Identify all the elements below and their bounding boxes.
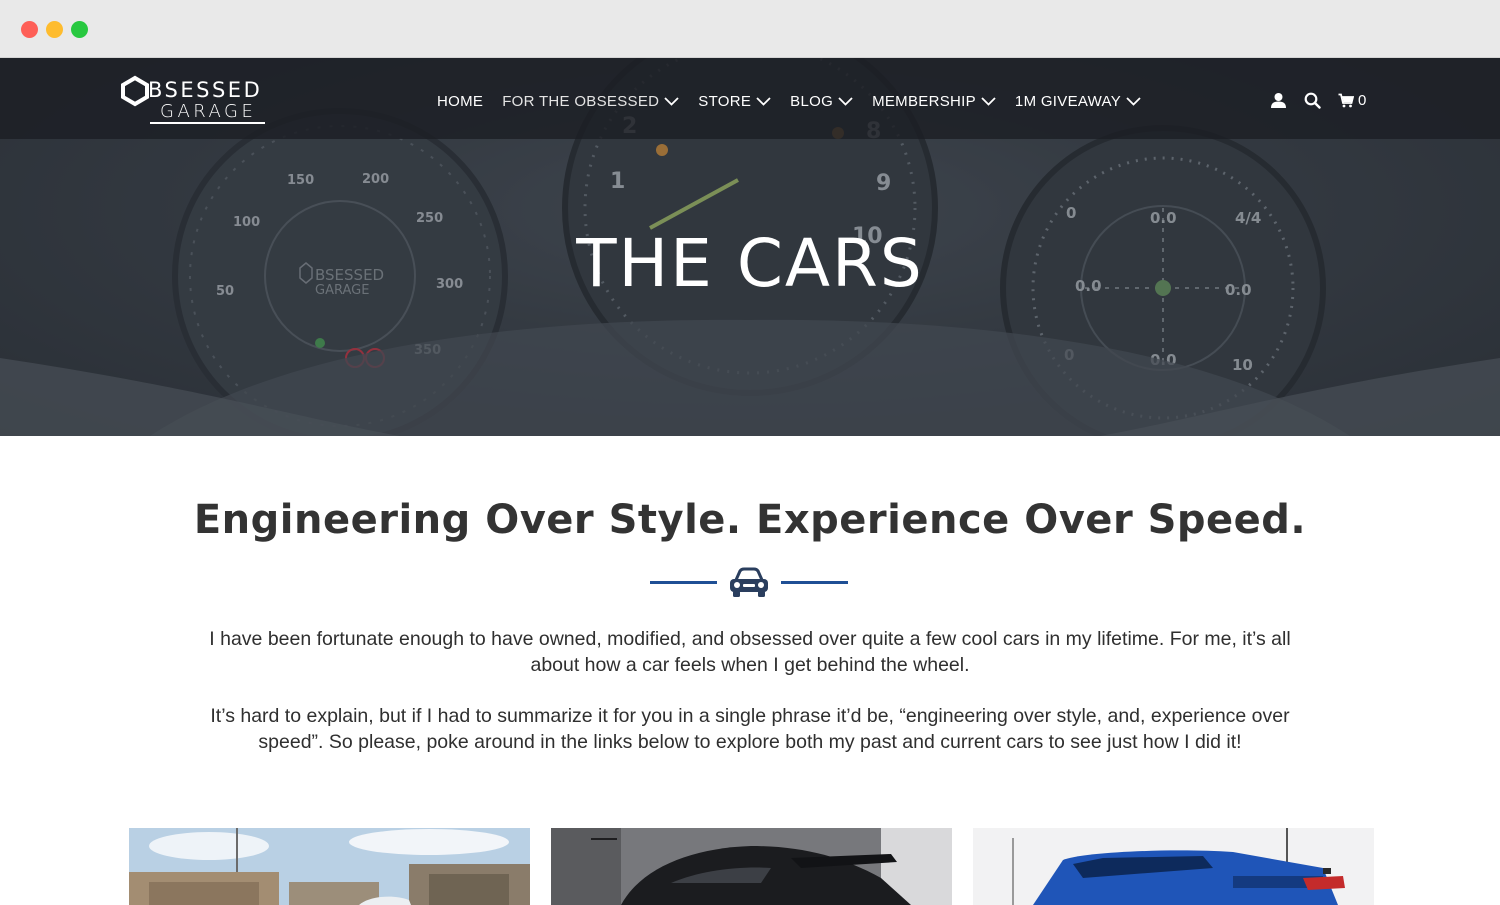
site-logo[interactable]: BSESSED GARAGE [120,75,275,127]
car-card-image [973,828,1374,905]
car-front-icon [730,567,768,597]
cart-icon [1338,93,1354,107]
nav-item-label: FOR THE OBSESSED [502,92,660,110]
section-headline: Engineering Over Style. Experience Over … [193,497,1307,543]
account-button[interactable] [1270,92,1287,109]
divider-line-left [650,581,717,584]
chevron-down-icon [664,96,679,106]
car-card[interactable] [129,828,530,905]
nav-item-store[interactable]: STORE [698,90,771,112]
nav-item-label: STORE [698,92,752,110]
nav-item-home[interactable]: HOME [437,90,483,112]
search-button[interactable] [1304,92,1321,109]
logo-underline [150,122,265,124]
nav-item-blog[interactable]: BLOG [790,90,853,112]
chevron-down-icon [838,96,853,106]
section-divider [650,565,850,599]
close-window-button[interactable] [21,21,38,38]
car-card[interactable] [973,828,1374,905]
user-icon [1271,92,1286,108]
cart-button[interactable]: 0 [1338,92,1366,109]
intro-paragraph: It’s hard to explain, but if I had to su… [210,705,1290,753]
nav-item-membership[interactable]: MEMBERSHIP [872,90,996,112]
car-card-image [551,828,952,905]
nav-item-label: MEMBERSHIP [872,92,976,110]
logo-text-garage: GARAGE [160,101,257,122]
chevron-down-icon [1126,96,1141,106]
cart-count: 0 [1358,91,1367,109]
nav-item-label: 1M GIVEAWAY [1014,92,1122,110]
nav-item-1m-giveaway[interactable]: 1M GIVEAWAY [1015,90,1141,112]
car-card-image [129,828,530,905]
chevron-down-icon [756,96,771,106]
search-icon [1304,92,1321,109]
window-titlebar [0,0,1500,58]
logo-text-obsessed: BSESSED [148,78,263,102]
chevron-down-icon [981,96,996,106]
divider-line-right [781,581,848,584]
nav-item-label: BLOG [790,92,834,110]
main-nav: HOME FOR THE OBSESSED STORE BLOG MEMBERS… [437,90,1160,112]
hexagon-o-logo-icon [121,75,149,107]
minimize-window-button[interactable] [46,21,63,38]
maximize-window-button[interactable] [71,21,88,38]
intro-paragraph: I have been fortunate enough to have own… [209,628,1291,676]
nav-item-for-the-obsessed[interactable]: FOR THE OBSESSED [502,90,679,112]
page-title: THE CARS [576,225,924,302]
header-actions: 0 [1270,89,1383,111]
nav-item-label: HOME [437,92,484,110]
car-card[interactable] [551,828,952,905]
